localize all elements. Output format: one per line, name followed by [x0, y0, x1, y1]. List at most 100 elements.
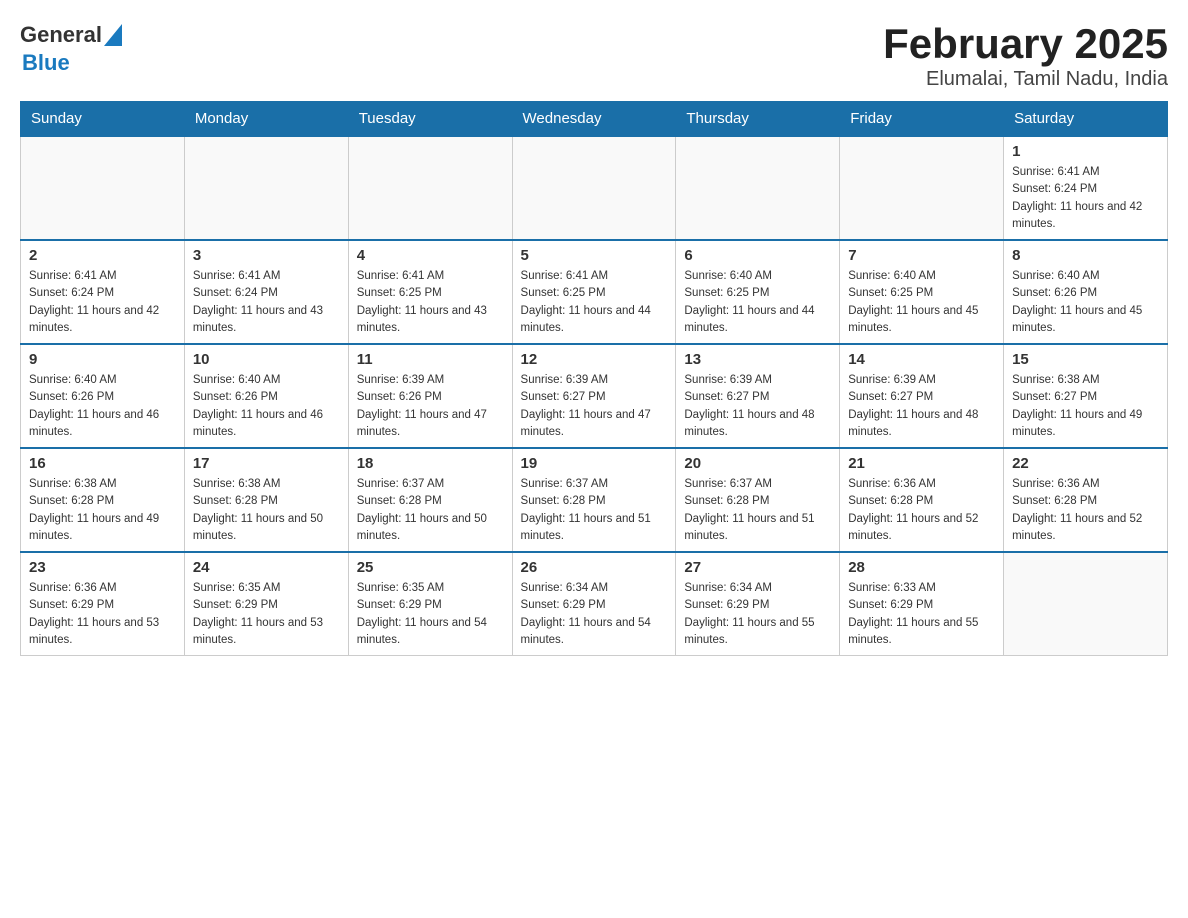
day-info: Sunrise: 6:39 AMSunset: 6:26 PMDaylight:…	[357, 372, 504, 441]
day-header-wednesday: Wednesday	[512, 102, 676, 137]
day-number: 6	[684, 247, 831, 264]
day-number: 3	[193, 247, 340, 264]
calendar-cell: 15Sunrise: 6:38 AMSunset: 6:27 PMDayligh…	[1004, 344, 1168, 448]
day-info: Sunrise: 6:41 AMSunset: 6:25 PMDaylight:…	[521, 268, 668, 337]
day-number: 9	[29, 351, 176, 368]
week-row-4: 16Sunrise: 6:38 AMSunset: 6:28 PMDayligh…	[21, 448, 1168, 552]
day-header-friday: Friday	[840, 102, 1004, 137]
day-number: 12	[521, 351, 668, 368]
calendar-cell: 17 Sunrise: 6:38 AMSunset: 6:28 PMDayligh…	[184, 448, 348, 552]
day-info: Sunrise: 6:39 AMSunset: 6:27 PMDaylight:…	[848, 372, 995, 441]
calendar-cell	[184, 136, 348, 240]
day-info: Sunrise: 6:39 AMSunset: 6:27 PMDaylight:…	[684, 372, 831, 441]
day-header-sunday: Sunday	[21, 102, 185, 137]
calendar-table: SundayMondayTuesdayWednesdayThursdayFrid…	[20, 101, 1168, 656]
logo-general-text: General	[20, 23, 102, 47]
day-number: 26	[521, 559, 668, 576]
day-info: Sunrise: 6:36 AMSunset: 6:28 PMDaylight:…	[1012, 476, 1159, 545]
calendar-subtitle: Elumalai, Tamil Nadu, India	[883, 68, 1168, 91]
day-number: 4	[357, 247, 504, 264]
day-number: 13	[684, 351, 831, 368]
day-info: Sunrise: 6:34 AMSunset: 6:29 PMDaylight:…	[684, 580, 831, 649]
calendar-cell: 1 Sunrise: 6:41 AMSunset: 6:24 PMDaylight…	[1004, 136, 1168, 240]
calendar-cell: 18 Sunrise: 6:37 AMSunset: 6:28 PMDayligh…	[348, 448, 512, 552]
week-row-5: 23 Sunrise: 6:36 AMSunset: 6:29 PMDayligh…	[21, 552, 1168, 656]
day-number: 14	[848, 351, 995, 368]
day-info: Sunrise: 6:34 AMSunset: 6:29 PMDaylight:…	[521, 580, 668, 649]
day-number: 19	[521, 455, 668, 472]
calendar-cell: 9 Sunrise: 6:40 AMSunset: 6:26 PMDaylight…	[21, 344, 185, 448]
calendar-cell: 5 Sunrise: 6:41 AMSunset: 6:25 PMDaylight…	[512, 240, 676, 344]
day-number: 2	[29, 247, 176, 264]
day-number: 28	[848, 559, 995, 576]
day-info: Sunrise: 6:41 AMSunset: 6:25 PMDaylight:…	[357, 268, 504, 337]
calendar-cell: 16Sunrise: 6:38 AMSunset: 6:28 PMDayligh…	[21, 448, 185, 552]
day-info: Sunrise: 6:36 AMSunset: 6:29 PMDaylight:…	[29, 580, 176, 649]
calendar-cell: 22Sunrise: 6:36 AMSunset: 6:28 PMDayligh…	[1004, 448, 1168, 552]
calendar-cell: 27 Sunrise: 6:34 AMSunset: 6:29 PMDayligh…	[676, 552, 840, 656]
day-number: 5	[521, 247, 668, 264]
day-number: 17	[193, 455, 340, 472]
day-header-tuesday: Tuesday	[348, 102, 512, 137]
day-info: Sunrise: 6:35 AMSunset: 6:29 PMDaylight:…	[357, 580, 504, 649]
page-header: General Blue February 2025 Elumalai, Tam…	[20, 20, 1168, 91]
day-info: Sunrise: 6:40 AMSunset: 6:26 PMDaylight:…	[1012, 268, 1159, 337]
day-number: 24	[193, 559, 340, 576]
day-info: Sunrise: 6:40 AMSunset: 6:26 PMDaylight:…	[193, 372, 340, 441]
day-number: 21	[848, 455, 995, 472]
day-info: Sunrise: 6:38 AMSunset: 6:27 PMDaylight:…	[1012, 372, 1159, 441]
day-number: 23	[29, 559, 176, 576]
calendar-title: February 2025	[883, 20, 1168, 68]
day-info: Sunrise: 6:37 AMSunset: 6:28 PMDaylight:…	[521, 476, 668, 545]
calendar-cell: 4 Sunrise: 6:41 AMSunset: 6:25 PMDaylight…	[348, 240, 512, 344]
calendar-cell: 12 Sunrise: 6:39 AMSunset: 6:27 PMDayligh…	[512, 344, 676, 448]
day-info: Sunrise: 6:37 AMSunset: 6:28 PMDaylight:…	[357, 476, 504, 545]
day-info: Sunrise: 6:37 AMSunset: 6:28 PMDaylight:…	[684, 476, 831, 545]
calendar-header-row: SundayMondayTuesdayWednesdayThursdayFrid…	[21, 102, 1168, 137]
calendar-cell: 6 Sunrise: 6:40 AMSunset: 6:25 PMDaylight…	[676, 240, 840, 344]
calendar-cell: 25Sunrise: 6:35 AMSunset: 6:29 PMDayligh…	[348, 552, 512, 656]
day-info: Sunrise: 6:38 AMSunset: 6:28 PMDaylight:…	[29, 476, 176, 545]
calendar-cell: 8 Sunrise: 6:40 AMSunset: 6:26 PMDaylight…	[1004, 240, 1168, 344]
calendar-cell: 26 Sunrise: 6:34 AMSunset: 6:29 PMDayligh…	[512, 552, 676, 656]
day-info: Sunrise: 6:39 AMSunset: 6:27 PMDaylight:…	[521, 372, 668, 441]
calendar-cell	[512, 136, 676, 240]
day-info: Sunrise: 6:41 AMSunset: 6:24 PMDaylight:…	[29, 268, 176, 337]
calendar-cell: 2 Sunrise: 6:41 AMSunset: 6:24 PMDaylight…	[21, 240, 185, 344]
day-number: 1	[1012, 143, 1159, 160]
day-number: 11	[357, 351, 504, 368]
day-info: Sunrise: 6:41 AMSunset: 6:24 PMDaylight:…	[1012, 164, 1159, 233]
calendar-cell: 14 Sunrise: 6:39 AMSunset: 6:27 PMDayligh…	[840, 344, 1004, 448]
week-row-1: 1 Sunrise: 6:41 AMSunset: 6:24 PMDaylight…	[21, 136, 1168, 240]
day-info: Sunrise: 6:36 AMSunset: 6:28 PMDaylight:…	[848, 476, 995, 545]
calendar-cell	[21, 136, 185, 240]
day-info: Sunrise: 6:40 AMSunset: 6:26 PMDaylight:…	[29, 372, 176, 441]
calendar-cell: 24 Sunrise: 6:35 AMSunset: 6:29 PMDayligh…	[184, 552, 348, 656]
logo-triangle-icon	[104, 24, 122, 46]
day-header-saturday: Saturday	[1004, 102, 1168, 137]
day-info: Sunrise: 6:40 AMSunset: 6:25 PMDaylight:…	[684, 268, 831, 337]
calendar-cell: 10 Sunrise: 6:40 AMSunset: 6:26 PMDayligh…	[184, 344, 348, 448]
day-header-thursday: Thursday	[676, 102, 840, 137]
calendar-cell: 28Sunrise: 6:33 AMSunset: 6:29 PMDayligh…	[840, 552, 1004, 656]
week-row-2: 2 Sunrise: 6:41 AMSunset: 6:24 PMDaylight…	[21, 240, 1168, 344]
calendar-cell: 3 Sunrise: 6:41 AMSunset: 6:24 PMDaylight…	[184, 240, 348, 344]
logo: General Blue	[20, 20, 122, 75]
calendar-cell: 13 Sunrise: 6:39 AMSunset: 6:27 PMDayligh…	[676, 344, 840, 448]
calendar-cell	[1004, 552, 1168, 656]
calendar-cell	[840, 136, 1004, 240]
day-number: 10	[193, 351, 340, 368]
day-info: Sunrise: 6:35 AMSunset: 6:29 PMDaylight:…	[193, 580, 340, 649]
day-info: Sunrise: 6:41 AMSunset: 6:24 PMDaylight:…	[193, 268, 340, 337]
day-number: 8	[1012, 247, 1159, 264]
day-number: 20	[684, 455, 831, 472]
day-number: 18	[357, 455, 504, 472]
calendar-title-block: February 2025 Elumalai, Tamil Nadu, Indi…	[883, 20, 1168, 91]
week-row-3: 9 Sunrise: 6:40 AMSunset: 6:26 PMDaylight…	[21, 344, 1168, 448]
day-info: Sunrise: 6:40 AMSunset: 6:25 PMDaylight:…	[848, 268, 995, 337]
logo-blue-text: Blue	[22, 51, 122, 75]
day-info: Sunrise: 6:38 AMSunset: 6:28 PMDaylight:…	[193, 476, 340, 545]
calendar-cell: 19 Sunrise: 6:37 AMSunset: 6:28 PMDayligh…	[512, 448, 676, 552]
day-number: 27	[684, 559, 831, 576]
calendar-cell	[348, 136, 512, 240]
